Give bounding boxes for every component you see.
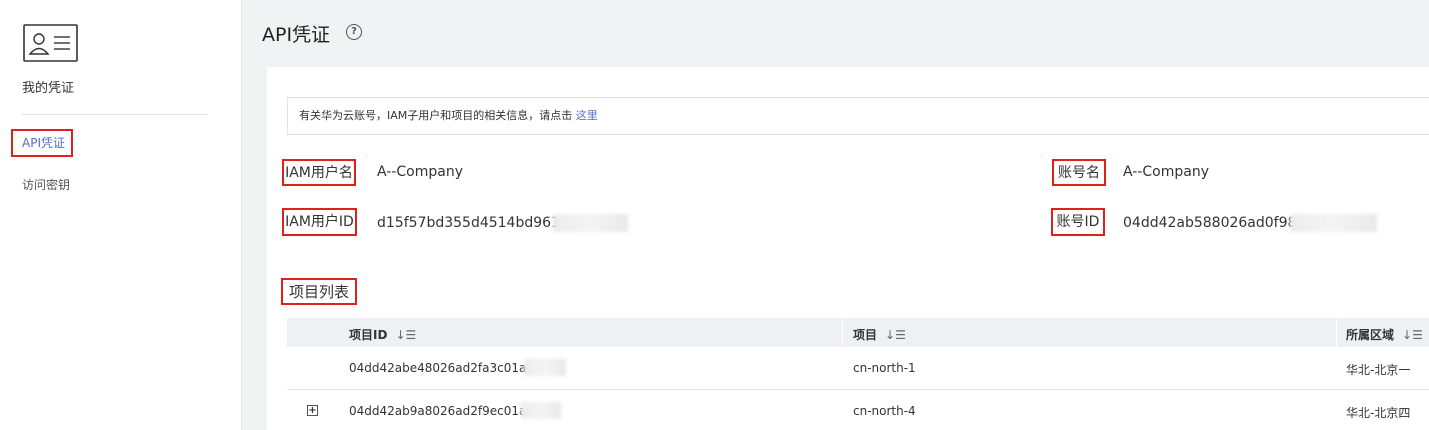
iam-user-id-label: IAM用户ID	[282, 208, 357, 236]
sidebar-divider	[22, 114, 207, 115]
sort-icon[interactable]: ↓☰	[1402, 328, 1423, 342]
column-header-label: 项目ID	[349, 328, 388, 342]
notice-link[interactable]: 这里	[576, 109, 598, 122]
project-id-cell: 04dd42abe48026ad2fa3c01ad7f	[349, 361, 546, 375]
redaction-blur	[524, 359, 566, 376]
account-id-value: 04dd42ab588026ad0f98c	[1123, 215, 1305, 231]
sort-icon[interactable]: ↓☰	[395, 328, 416, 342]
project-cell: cn-north-1	[853, 361, 916, 375]
project-cell: cn-north-4	[853, 404, 916, 418]
column-header-region[interactable]: 所属区域 ↓☰	[1346, 326, 1423, 343]
expand-row-icon[interactable]: +	[307, 405, 318, 416]
iam-user-id-value: d15f57bd355d4514bd9618	[377, 215, 569, 231]
sidebar-item-api-credentials[interactable]: API凭证	[11, 129, 73, 157]
page-title: API凭证	[262, 24, 331, 46]
column-header-project[interactable]: 项目 ↓☰	[853, 326, 906, 343]
account-name-label: 账号名	[1052, 159, 1106, 186]
column-header-project-id[interactable]: 项目ID ↓☰	[349, 326, 416, 343]
row-divider	[287, 389, 1429, 390]
project-list-title: 项目列表	[281, 278, 357, 305]
column-divider	[842, 318, 843, 347]
id-card-icon	[23, 24, 78, 62]
redaction-blur	[553, 214, 628, 232]
iam-user-name-label: IAM用户名	[282, 159, 356, 186]
redaction-blur	[521, 402, 561, 419]
sidebar: 我的凭证 API凭证 访问密钥	[0, 0, 242, 430]
redaction-blur	[1290, 214, 1377, 232]
help-icon[interactable]: ?	[346, 24, 362, 40]
info-notice: 有关华为云账号，IAM子用户和项目的相关信息，请点击 这里	[287, 97, 1429, 135]
project-id-cell: 04dd42ab9a8026ad2f9ec01a92	[349, 404, 542, 418]
notice-text: 有关华为云账号，IAM子用户和项目的相关信息，请点击	[299, 109, 576, 122]
sidebar-header-title: 我的凭证	[22, 81, 75, 96]
sidebar-item-access-keys[interactable]: 访问密钥	[22, 176, 70, 193]
region-cell: 华北-北京一	[1346, 363, 1411, 377]
column-header-label: 项目	[853, 328, 878, 342]
iam-user-name-value: A--Company	[377, 164, 463, 180]
region-cell: 华北-北京四	[1346, 406, 1411, 420]
column-header-label: 所属区域	[1346, 328, 1395, 342]
account-name-value: A--Company	[1123, 164, 1209, 180]
sort-icon[interactable]: ↓☰	[885, 328, 906, 342]
column-divider	[1336, 318, 1337, 347]
account-id-label: 账号ID	[1051, 208, 1105, 236]
